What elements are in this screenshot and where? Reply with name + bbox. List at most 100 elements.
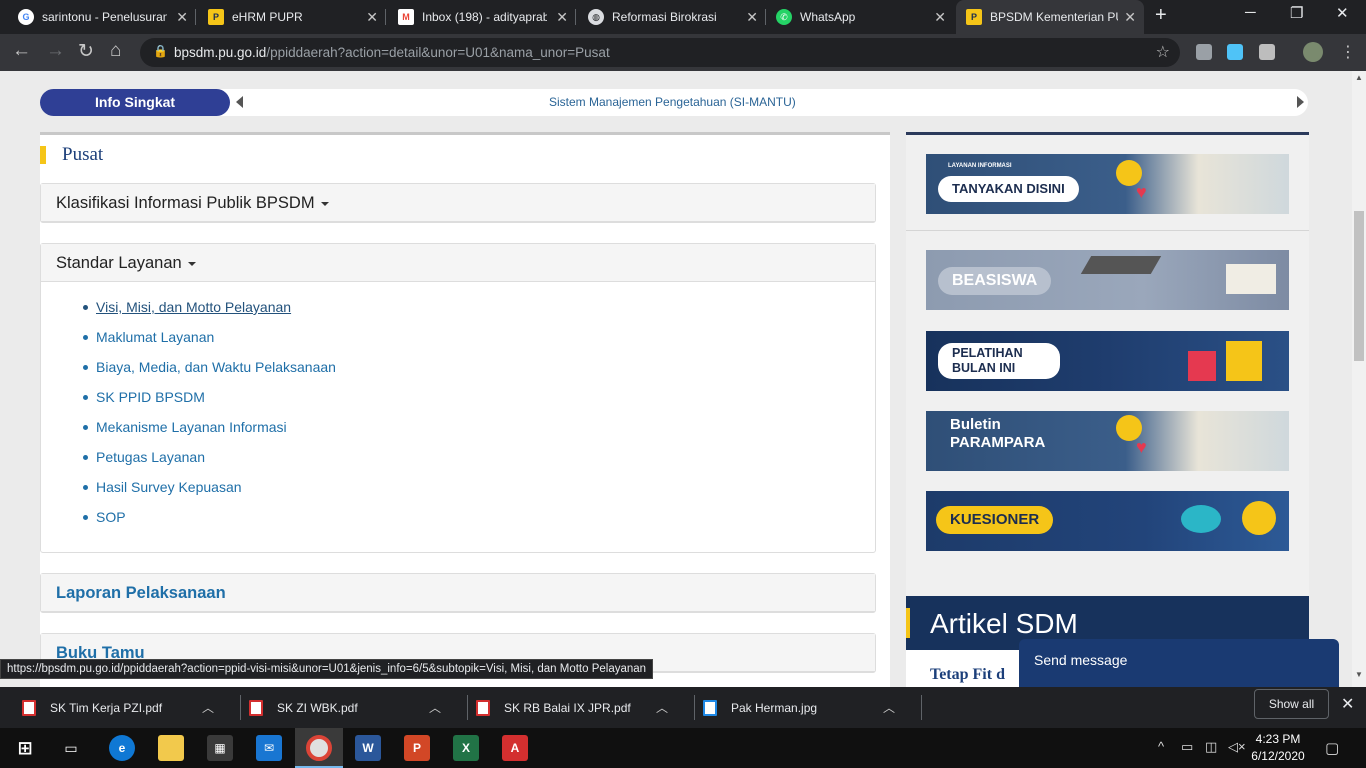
download-item[interactable]: SK RB Balai IX JPR.pdf ︿ bbox=[476, 687, 696, 728]
chevron-up-icon[interactable]: ︿ bbox=[202, 699, 214, 716]
graduation-cap-icon bbox=[1080, 256, 1162, 274]
tab-ehrm[interactable]: P eHRM PUPR ✕ bbox=[198, 0, 386, 34]
bookmark-star-icon[interactable]: ☆ bbox=[1156, 42, 1170, 62]
panel-heading[interactable]: Klasifikasi Informasi Publik BPSDM bbox=[41, 184, 875, 222]
excel-icon[interactable]: X bbox=[453, 735, 479, 761]
list-item[interactable]: SK PPID BPSDM bbox=[81, 386, 875, 416]
system-clock[interactable]: 4:23 PM 6/12/2020 bbox=[1248, 731, 1308, 765]
tab-title: WhatsApp bbox=[800, 10, 856, 24]
heart-icon: ♥ bbox=[1136, 437, 1147, 457]
file-explorer-icon[interactable] bbox=[158, 735, 184, 761]
tab-bpsdm[interactable]: P BPSDM Kementerian PU ✕ bbox=[956, 0, 1144, 34]
sidebar: LAYANAN INFORMASI TANYAKAN DISINI ♥ BEAS… bbox=[906, 132, 1309, 687]
close-tab-icon[interactable]: ✕ bbox=[1124, 9, 1136, 26]
action-icon[interactable]: ◫ bbox=[1205, 739, 1217, 755]
back-icon[interactable]: ← bbox=[12, 40, 31, 62]
new-tab-button[interactable]: + bbox=[1155, 4, 1167, 27]
list-item[interactable]: SOP bbox=[81, 506, 875, 536]
ticker-prev-icon[interactable] bbox=[236, 96, 243, 108]
pupr-icon: P bbox=[966, 9, 982, 25]
banner-kuesioner[interactable]: KUESIONER bbox=[926, 491, 1289, 551]
maximize-icon[interactable]: ❐ bbox=[1290, 4, 1303, 22]
home-icon[interactable]: ⌂ bbox=[110, 40, 121, 62]
dropbox-icon[interactable] bbox=[1196, 44, 1212, 60]
word-icon[interactable]: W bbox=[355, 735, 381, 761]
cloud-extension-icon[interactable] bbox=[1227, 44, 1243, 60]
address-bar[interactable]: 🔒 bpsdm.pu.go.id/ppiddaerah?action=detai… bbox=[140, 38, 1180, 67]
list-item[interactable]: Visi, Misi, dan Motto Pelayanan bbox=[81, 296, 875, 326]
banner-label: PELATIHAN BULAN INI bbox=[938, 343, 1060, 379]
close-downloads-icon[interactable]: ✕ bbox=[1341, 694, 1354, 714]
list-item[interactable]: Petugas Layanan bbox=[81, 446, 875, 476]
close-window-icon[interactable]: ✕ bbox=[1336, 4, 1349, 22]
volume-muted-icon[interactable]: ◁× bbox=[1228, 739, 1246, 755]
banner-beasiswa[interactable]: BEASISWA bbox=[926, 250, 1289, 310]
tab-title: eHRM PUPR bbox=[232, 10, 303, 24]
chevron-up-icon[interactable]: ︿ bbox=[429, 699, 441, 716]
list-item[interactable]: Hasil Survey Kepuasan bbox=[81, 476, 875, 506]
browser-tab-strip: G sarintonu - Penelusuran ✕ P eHRM PUPR … bbox=[0, 0, 1366, 34]
main-content: Pusat Klasifikasi Informasi Publik BPSDM… bbox=[40, 132, 890, 687]
tab-gmail[interactable]: M Inbox (198) - adityaprab ✕ bbox=[388, 0, 576, 34]
menu-kebab-icon[interactable]: ⋮ bbox=[1340, 42, 1356, 62]
downloads-bar: SK Tim Kerja PZI.pdf ︿ SK ZI WBK.pdf ︿ S… bbox=[0, 687, 1366, 728]
caret-down-icon bbox=[320, 201, 329, 206]
forward-icon[interactable]: → bbox=[46, 40, 65, 62]
show-all-downloads-button[interactable]: Show all bbox=[1254, 689, 1329, 719]
scrollbar-thumb[interactable] bbox=[1354, 211, 1364, 361]
list-item[interactable]: Biaya, Media, dan Waktu Pelaksanaan bbox=[81, 356, 875, 386]
powerpoint-icon[interactable]: P bbox=[404, 735, 430, 761]
pupr-icon: P bbox=[208, 9, 224, 25]
tab-whatsapp[interactable]: ✆ WhatsApp ✕ bbox=[766, 0, 954, 34]
close-tab-icon[interactable]: ✕ bbox=[366, 9, 378, 26]
drive-icon[interactable] bbox=[1259, 44, 1275, 60]
send-message-chat-button[interactable]: Send message bbox=[1019, 639, 1339, 687]
panel-heading[interactable]: Standar Layanan bbox=[41, 244, 875, 282]
artikel-title: Artikel SDM bbox=[930, 608, 1078, 639]
status-bar-url: https://bpsdm.pu.go.id/ppiddaerah?action… bbox=[0, 659, 654, 679]
url-text[interactable]: bpsdm.pu.go.id/ppiddaerah?action=detail&… bbox=[174, 45, 610, 60]
close-tab-icon[interactable]: ✕ bbox=[746, 9, 758, 26]
artikel-item[interactable]: Tetap Fit d bbox=[930, 666, 1005, 684]
ticker-text[interactable]: Sistem Manajemen Pengetahuan (SI-MANTU) bbox=[549, 95, 796, 109]
box-icon bbox=[1226, 341, 1262, 381]
heart-icon: ♥ bbox=[1136, 182, 1147, 202]
panel-klasifikasi[interactable]: Klasifikasi Informasi Publik BPSDM bbox=[40, 183, 876, 223]
ticker-next-icon[interactable] bbox=[1297, 96, 1304, 108]
chevron-up-icon[interactable]: ︿ bbox=[656, 699, 668, 716]
mail-icon[interactable]: ✉ bbox=[256, 735, 282, 761]
notification-icon[interactable]: ▢ bbox=[1325, 739, 1339, 757]
download-item[interactable]: SK Tim Kerja PZI.pdf ︿ bbox=[22, 687, 242, 728]
chrome-icon[interactable] bbox=[306, 735, 332, 761]
tab-google-search[interactable]: G sarintonu - Penelusuran ✕ bbox=[8, 0, 196, 34]
banner-pelatihan[interactable]: PELATIHAN BULAN INI bbox=[926, 331, 1289, 391]
banner-tanyakan-disini[interactable]: LAYANAN INFORMASI TANYAKAN DISINI ♥ bbox=[926, 154, 1289, 214]
web-page: Info Singkat Sistem Manajemen Pengetahua… bbox=[0, 71, 1352, 687]
reload-icon[interactable]: ↻ bbox=[78, 40, 94, 63]
panel-laporan-pelaksanaan[interactable]: Laporan Pelaksanaan bbox=[40, 573, 876, 613]
download-item[interactable]: Pak Herman.jpg ︿ bbox=[703, 687, 923, 728]
minimize-icon[interactable]: ─ bbox=[1245, 4, 1256, 21]
banner-buletin-parampara[interactable]: Buletin PARAMPARA ♥ bbox=[926, 411, 1289, 471]
list-item[interactable]: Mekanisme Layanan Informasi bbox=[81, 416, 875, 446]
banner-label: TANYAKAN DISINI bbox=[938, 176, 1079, 202]
page-scrollbar[interactable]: ▲ ▼ bbox=[1352, 71, 1366, 687]
close-tab-icon[interactable]: ✕ bbox=[934, 9, 946, 26]
tab-reformasi[interactable]: ◍ Reformasi Birokrasi ✕ bbox=[578, 0, 766, 34]
edge-icon[interactable]: e bbox=[109, 735, 135, 761]
list-item[interactable]: Maklumat Layanan bbox=[81, 326, 875, 356]
task-view-icon[interactable]: ▭ bbox=[58, 735, 84, 761]
avatar[interactable] bbox=[1303, 42, 1323, 62]
panel-heading[interactable]: Laporan Pelaksanaan bbox=[41, 574, 875, 612]
chevron-up-icon[interactable]: ^ bbox=[1158, 739, 1164, 754]
windows-start-icon[interactable]: ⊞ bbox=[12, 735, 38, 761]
store-icon[interactable]: ▦ bbox=[207, 735, 233, 761]
network-icon[interactable]: ▭ bbox=[1181, 739, 1193, 755]
close-tab-icon[interactable]: ✕ bbox=[556, 9, 568, 26]
download-item[interactable]: SK ZI WBK.pdf ︿ bbox=[249, 687, 469, 728]
chevron-up-icon[interactable]: ︿ bbox=[883, 699, 895, 716]
acrobat-icon[interactable]: A bbox=[502, 735, 528, 761]
tab-title: sarintonu - Penelusuran bbox=[42, 10, 167, 24]
close-tab-icon[interactable]: ✕ bbox=[176, 9, 188, 26]
page-title: Pusat bbox=[40, 145, 103, 164]
